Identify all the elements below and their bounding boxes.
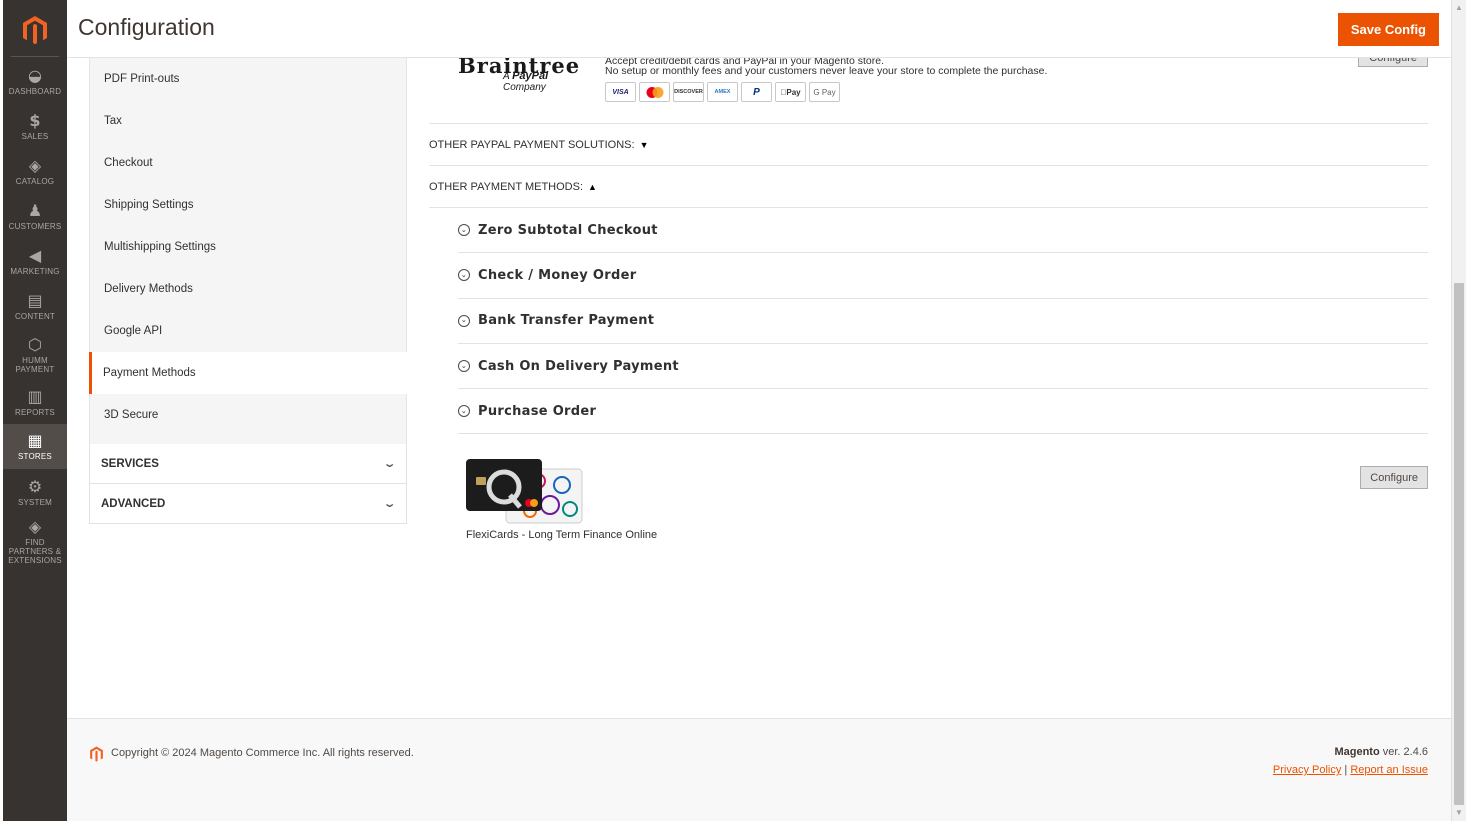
method-bank-transfer[interactable]: ⌄ Bank Transfer Payment (458, 299, 1428, 344)
other-paypal-solutions-label: OTHER PAYPAL PAYMENT SOLUTIONS: (429, 138, 635, 151)
nav-item-content[interactable]: ▤ CONTENT (3, 284, 67, 329)
tab-3d-secure[interactable]: 3D Secure (89, 394, 407, 436)
tab-tax[interactable]: Tax (89, 100, 407, 142)
paypal-icon: P (741, 82, 772, 102)
copyright-text: Copyright © 2024 Magento Commerce Inc. A… (111, 747, 414, 759)
other-paypal-solutions-toggle[interactable]: OTHER PAYPAL PAYMENT SOLUTIONS: ▼ (429, 124, 1428, 166)
layout-icon: ▤ (27, 291, 43, 310)
page-scrollbar[interactable]: ▲ ▼ (1451, 0, 1466, 821)
expand-circle-icon: ⌄ (458, 314, 470, 327)
megaphone-icon: ◀ (28, 246, 42, 265)
method-purchase-order[interactable]: ⌄ Purchase Order (458, 389, 1428, 435)
method-label: Zero Subtotal Checkout (478, 222, 658, 238)
expand-circle-icon: ⌄ (458, 405, 470, 418)
nav-item-humm-payment[interactable]: ⬡ HUMM PAYMENT (3, 331, 67, 379)
chevron-down-icon: ⌄ (382, 458, 397, 470)
tab-checkout[interactable]: Checkout (89, 142, 407, 184)
flexicards-section: FlexiCards - Long Term Finance Online Co… (429, 434, 1428, 554)
scrollbar-thumb[interactable] (1454, 283, 1464, 805)
flexicards-caption: FlexiCards - Long Term Finance Online (466, 529, 658, 542)
nav-item-dashboard[interactable]: ◒ DASHBOARD (3, 59, 67, 104)
bar-chart-icon: ▥ (27, 387, 43, 406)
dollar-icon: $ (29, 111, 41, 130)
apple-pay-icon: Pay (775, 82, 806, 102)
braintree-logo-sub: A PayPal Company (503, 70, 549, 93)
other-payment-methods-toggle[interactable]: OTHER PAYMENT METHODS: ▲ (429, 166, 1428, 208)
tabs-spacer (89, 436, 407, 444)
payment-method-list: ⌄ Zero Subtotal Checkout ⌄ Check / Money… (458, 208, 1428, 435)
braintree-card-logos: VISA DISCOVER AMEX P Pay G Pay (605, 82, 840, 102)
method-zero-subtotal-checkout[interactable]: ⌄ Zero Subtotal Checkout (458, 208, 1428, 254)
nav-item-customers[interactable]: ♟ CUSTOMERS (3, 194, 67, 239)
google-pay-icon: G Pay (809, 82, 840, 102)
scroll-up-arrow-icon[interactable]: ▲ (1455, 3, 1463, 12)
mastercard-icon (639, 82, 670, 102)
page-footer: Copyright © 2024 Magento Commerce Inc. A… (67, 718, 1451, 821)
section-services-label: SERVICES (101, 457, 159, 470)
dashboard-icon: ◒ (28, 66, 42, 85)
braintree-description-2: No setup or monthly fees and your custom… (605, 65, 1048, 77)
amex-icon: AMEX (707, 82, 738, 102)
expand-circle-icon: ⌄ (458, 224, 470, 237)
flexicards-configure-button[interactable]: Configure (1360, 466, 1428, 490)
report-issue-link[interactable]: Report an Issue (1350, 764, 1428, 776)
page-content: PDF Print-outs Tax Checkout Shipping Set… (67, 48, 1451, 718)
method-check-money-order[interactable]: ⌄ Check / Money Order (458, 253, 1428, 299)
nav-item-system[interactable]: ⚙ SYSTEM (3, 470, 67, 515)
nav-item-sales[interactable]: $ SALES (3, 104, 67, 149)
method-label: Cash On Delivery Payment (478, 358, 679, 374)
method-cash-on-delivery[interactable]: ⌄ Cash On Delivery Payment (458, 344, 1428, 390)
box-icon: ◈ (28, 516, 42, 536)
expand-circle-icon: ⌄ (458, 269, 470, 282)
nav-item-find-partners[interactable]: ◈ FIND PARTNERS & EXTENSIONS (3, 516, 67, 566)
section-services[interactable]: SERVICES ⌄ (89, 444, 407, 484)
visa-icon: VISA (605, 82, 636, 102)
other-payment-methods-label: OTHER PAYMENT METHODS: (429, 180, 584, 193)
save-config-button[interactable]: Save Config (1337, 13, 1439, 46)
nav-item-reports[interactable]: ▥ REPORTS (3, 380, 67, 425)
config-tabs: PDF Print-outs Tax Checkout Shipping Set… (89, 58, 407, 524)
flexicards-logo-image (466, 459, 583, 524)
discover-icon: DISCOVER (673, 82, 704, 102)
section-advanced[interactable]: ADVANCED ⌄ (89, 484, 407, 524)
scroll-down-arrow-icon[interactable]: ▼ (1455, 808, 1463, 817)
braintree-section: Braintree A PayPal Company Accept credit… (429, 48, 1428, 124)
chevron-down-icon: ⌄ (382, 498, 397, 510)
nav-divider (11, 56, 59, 57)
tab-delivery-methods[interactable]: Delivery Methods (89, 268, 407, 310)
tab-multishipping-settings[interactable]: Multishipping Settings (89, 226, 407, 268)
tab-pdf-printouts[interactable]: PDF Print-outs (89, 58, 407, 100)
footer-links: Privacy Policy | Report an Issue (1272, 764, 1428, 776)
magento-logo-icon[interactable] (3, 8, 67, 52)
tab-shipping-settings[interactable]: Shipping Settings (89, 184, 407, 226)
page-header: Configuration Save Config (67, 0, 1451, 58)
hexagon-icon: ⬡ (28, 335, 42, 354)
braintree-logo: Braintree A PayPal Company (458, 53, 592, 93)
admin-sidebar: ◒ DASHBOARD $ SALES ◈ CATALOG ♟ CUSTOMER… (3, 0, 67, 821)
section-advanced-label: ADVANCED (101, 497, 166, 510)
privacy-policy-link[interactable]: Privacy Policy (1273, 764, 1341, 776)
caret-up-icon: ▲ (588, 181, 597, 192)
store-icon: ▦ (27, 431, 43, 450)
gear-icon: ⚙ (27, 477, 43, 496)
nav-item-stores[interactable]: ▦ STORES (3, 424, 67, 469)
magento-footer-logo-icon (90, 746, 103, 762)
page-title: Configuration (78, 14, 215, 40)
version-text: Magento ver. 2.4.6 (1334, 746, 1428, 758)
person-icon: ♟ (27, 201, 43, 220)
nav-item-catalog[interactable]: ◈ CATALOG (3, 149, 67, 194)
method-label: Bank Transfer Payment (478, 313, 655, 329)
method-label: Purchase Order (478, 403, 597, 419)
tab-payment-methods[interactable]: Payment Methods (89, 352, 407, 394)
caret-down-icon: ▼ (639, 139, 649, 150)
payment-methods-main: Braintree A PayPal Company Accept credit… (429, 48, 1428, 554)
method-label: Check / Money Order (478, 267, 637, 283)
tab-google-api[interactable]: Google API (89, 310, 407, 352)
expand-circle-icon: ⌄ (458, 360, 470, 373)
nav-item-marketing[interactable]: ◀ MARKETING (3, 239, 67, 284)
cube-icon: ◈ (28, 156, 42, 175)
